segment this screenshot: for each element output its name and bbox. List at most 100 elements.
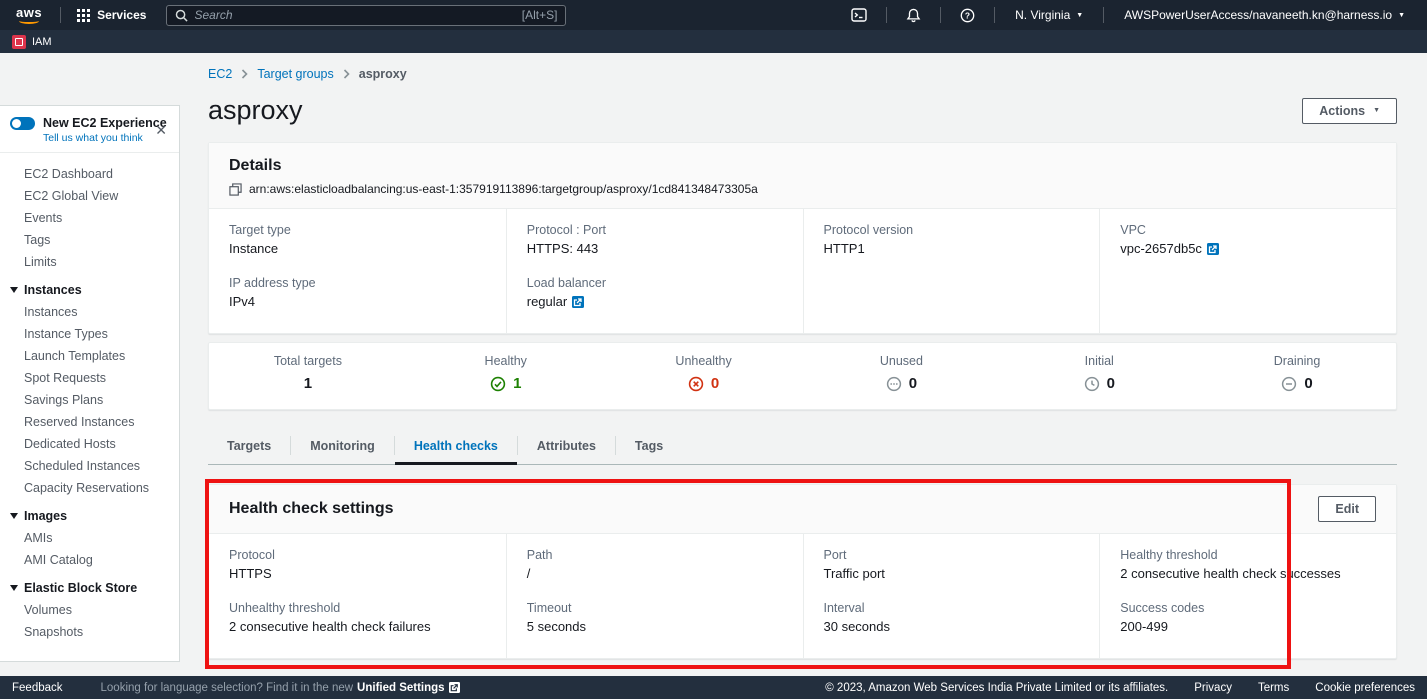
main-content: EC2 Target groups asproxy asproxy Action… [180,53,1427,676]
unified-settings-link[interactable]: Unified Settings [357,682,445,694]
field-hc-protocol: Protocol HTTPS [229,548,486,581]
sidebar-item-dedicated-hosts[interactable]: Dedicated Hosts [0,433,179,455]
sidebar-item-snapshots[interactable]: Snapshots [0,621,179,643]
target-group-arn: arn:aws:elasticloadbalancing:us-east-1:3… [249,182,758,196]
actions-button[interactable]: Actions ▼ [1302,98,1397,124]
services-label: Services [97,8,146,22]
sidebar-item-savings-plans[interactable]: Savings Plans [0,389,179,411]
chevron-down-icon: ▼ [1076,12,1083,19]
initial-clock-icon [1084,376,1100,392]
sidebar-item-limits[interactable]: Limits [0,251,179,273]
aws-smile-icon [19,18,39,24]
page-title: asproxy [208,95,303,126]
search-input[interactable] [194,8,515,22]
sidebar-item-volumes[interactable]: Volumes [0,599,179,621]
sidebar-item-launch-templates[interactable]: Launch Templates [0,345,179,367]
language-message: Looking for language selection? Find it … [101,682,460,694]
services-menu-button[interactable]: Services [69,8,154,22]
sidebar-item-ami-catalog[interactable]: AMI Catalog [0,549,179,571]
details-panel: Details arn:aws:elasticloadbalancing:us-… [208,142,1397,334]
sidebar-item-capacity-reservations[interactable]: Capacity Reservations [0,477,179,499]
sidebar-item-instances[interactable]: Instances [0,301,179,323]
help-button[interactable]: ? [949,8,986,23]
sidebar-section-images[interactable]: Images [0,499,179,527]
summary-unused: Unused 0 [802,354,1000,397]
account-label: AWSPowerUserAccess/navaneeth.kn@harness.… [1124,8,1392,22]
divider [886,7,887,23]
new-experience-toggle[interactable] [10,117,35,130]
sidebar-item-ec2-global-view[interactable]: EC2 Global View [0,185,179,207]
account-menu[interactable]: AWSPowerUserAccess/navaneeth.kn@harness.… [1112,8,1417,22]
aws-logo-text: aws [16,7,42,18]
cloudshell-button[interactable] [840,8,878,22]
sidebar-item-scheduled-instances[interactable]: Scheduled Instances [0,455,179,477]
divider [940,7,941,23]
field-vpc: VPC vpc-2657db5c [1120,223,1376,256]
chevron-right-icon [241,69,248,79]
tab-monitoring[interactable]: Monitoring [291,433,394,464]
edit-button[interactable]: Edit [1318,496,1376,522]
breadcrumb-current: asproxy [359,67,407,81]
privacy-link[interactable]: Privacy [1194,682,1232,694]
triangle-down-icon [10,513,18,519]
favorite-iam[interactable]: IAM [12,35,52,49]
sidebar-item-instance-types[interactable]: Instance Types [0,323,179,345]
sidebar-item-spot-requests[interactable]: Spot Requests [0,367,179,389]
search-shortcut: [Alt+S] [522,8,558,22]
breadcrumb-ec2-link[interactable]: EC2 [208,67,232,81]
tab-targets[interactable]: Targets [208,433,290,464]
new-experience-title: New EC2 Experience [43,116,167,130]
load-balancer-link[interactable]: regular [527,294,783,309]
favorites-bar: IAM [0,30,1427,53]
divider [60,7,61,23]
details-title: Details [229,157,1376,175]
summary-draining: Draining 0 [1198,354,1396,397]
chevron-right-icon [343,69,350,79]
field-unhealthy-threshold: Unhealthy threshold 2 consecutive health… [229,601,486,634]
cookie-preferences-link[interactable]: Cookie preferences [1315,682,1415,694]
external-link-icon [449,682,460,693]
field-port: Port Traffic port [824,548,1080,581]
sidebar-item-reserved-instances[interactable]: Reserved Instances [0,411,179,433]
field-interval: Interval 30 seconds [824,601,1080,634]
tab-tags[interactable]: Tags [616,433,682,464]
search-icon [175,9,188,22]
copyright-text: © 2023, Amazon Web Services India Privat… [825,682,1168,694]
divider [1103,7,1104,23]
breadcrumb: EC2 Target groups asproxy [208,67,1397,81]
sidebar-item-tags[interactable]: Tags [0,229,179,251]
tab-health-checks[interactable]: Health checks [395,433,517,464]
chevron-down-icon: ▼ [1373,107,1380,114]
notifications-bell-button[interactable] [895,8,932,23]
close-icon[interactable]: ✕ [155,122,167,139]
targets-summary-panel: Total targets 1 Healthy 1 Unhealthy 0 Un… [208,342,1397,410]
region-selector[interactable]: N. Virginia ▼ [1003,8,1095,22]
experience-feedback-link[interactable]: Tell us what you think [43,132,169,144]
search-box[interactable]: [Alt+S] [166,5,566,26]
aws-logo[interactable]: aws [16,7,42,24]
draining-minus-icon [1281,376,1297,392]
iam-service-icon [12,35,26,49]
summary-healthy: Healthy 1 [407,354,605,397]
field-protocol-version: Protocol version HTTP1 [824,223,1080,256]
external-link-icon [1207,243,1219,255]
top-nav-bar: aws Services [Alt+S] ? N. Virginia ▼ AWS… [0,0,1427,30]
sidebar-item-events[interactable]: Events [0,207,179,229]
sidebar-section-instances[interactable]: Instances [0,273,179,301]
svg-text:?: ? [965,10,970,20]
field-healthy-threshold: Healthy threshold 2 consecutive health c… [1120,548,1376,581]
grid-icon [77,9,90,22]
feedback-link[interactable]: Feedback [12,682,63,694]
copy-icon[interactable] [229,183,242,196]
terms-link[interactable]: Terms [1258,682,1289,694]
field-load-balancer: Load balancer regular [527,276,783,309]
breadcrumb-target-groups-link[interactable]: Target groups [257,67,333,81]
triangle-down-icon [10,585,18,591]
sidebar-item-amis[interactable]: AMIs [0,527,179,549]
vpc-link[interactable]: vpc-2657db5c [1120,241,1376,256]
sidebar-section-elastic-block-store[interactable]: Elastic Block Store [0,571,179,599]
tab-attributes[interactable]: Attributes [518,433,615,464]
summary-total-targets: Total targets 1 [209,354,407,397]
region-label: N. Virginia [1015,8,1070,22]
sidebar-item-ec2-dashboard[interactable]: EC2 Dashboard [0,163,179,185]
